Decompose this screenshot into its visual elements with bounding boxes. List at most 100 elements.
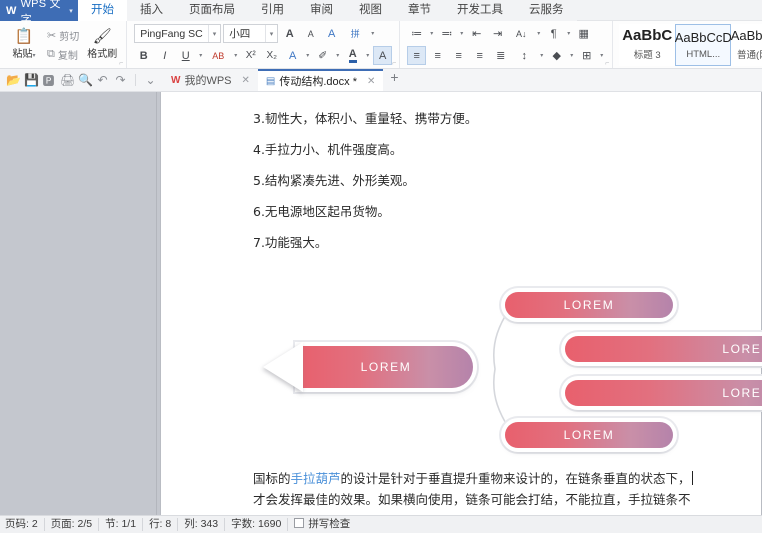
document-tabs: W 我的WPS ✕ ▤ 传动结构.docx * ✕ +	[163, 69, 762, 91]
chevron-down-icon[interactable]: ▾	[197, 52, 204, 59]
close-icon[interactable]: ✕	[367, 76, 375, 87]
body-text-post: 的设计是针对于垂直提升重物来设计的，在链条垂直的状态下，	[340, 471, 691, 486]
underline-button[interactable]: U	[176, 46, 195, 65]
print-preview-icon[interactable]: 🔍	[78, 73, 93, 87]
paragraph-dialog-launcher[interactable]: ⌐	[605, 60, 609, 67]
clipboard-dialog-launcher[interactable]: ⌐	[119, 60, 123, 67]
chevron-down-icon[interactable]: ▾	[535, 30, 542, 37]
chevron-down-icon[interactable]: ▾	[304, 52, 311, 59]
font-family-combo[interactable]: PingFang SC ▾	[134, 24, 222, 43]
shrink-font-button[interactable]: A	[301, 24, 320, 43]
align-center-button[interactable]: ≡	[428, 46, 447, 65]
chevron-down-icon[interactable]: ▾	[364, 52, 371, 59]
chevron-down-icon[interactable]: ▾	[565, 30, 572, 37]
sort-button[interactable]: A↓	[509, 24, 533, 43]
style-heading3[interactable]: AaBbC 标题 3	[619, 23, 676, 66]
show-marks-button[interactable]: ¶	[544, 24, 563, 43]
hyperlink-hand-chain-hoist[interactable]: 手拉葫芦	[291, 471, 341, 486]
strikethrough-button[interactable]: AB	[206, 46, 230, 65]
copy-button[interactable]: ⧉ 复制	[44, 46, 82, 63]
titlebar-filler	[576, 0, 762, 21]
shading-button[interactable]: ◆	[547, 46, 566, 65]
smartart-pill-1[interactable]: LOREM	[505, 292, 673, 318]
format-painter-button[interactable]: 🖌 格式刷	[82, 23, 122, 67]
save-icon[interactable]: 💾	[24, 73, 39, 87]
redo-icon[interactable]: ↷	[114, 73, 127, 87]
chevron-down-icon[interactable]: ▾	[428, 30, 435, 37]
style-html[interactable]: AaBbCcD HTML...	[675, 23, 732, 66]
chevron-down-icon[interactable]: ▾	[598, 52, 605, 59]
character-border-button[interactable]: A	[283, 46, 302, 65]
open-icon[interactable]: 📂	[6, 73, 21, 87]
bold-button[interactable]: B	[134, 46, 153, 65]
tab-section[interactable]: 章节	[395, 0, 444, 21]
character-shading-button[interactable]: A	[373, 46, 393, 65]
doc-tab-my-wps[interactable]: W 我的WPS ✕	[163, 69, 258, 91]
new-tab-button[interactable]: +	[383, 69, 405, 91]
smartart-arrow-node[interactable]: LOREM	[263, 342, 473, 392]
document-page[interactable]: 3.韧性大，体积小、重量轻、携带方便。 4.手拉力小、机件强度高。 5.结构紧凑…	[161, 92, 762, 515]
smartart-pill-2[interactable]: LOREM	[565, 336, 762, 362]
status-spellcheck-toggle[interactable]: 拼写检查	[288, 518, 356, 531]
chevron-down-icon[interactable]: ▾	[232, 52, 239, 59]
clear-formatting-button[interactable]: A	[322, 24, 341, 43]
tab-cloud-services[interactable]: 云服务	[516, 0, 577, 21]
paste-button[interactable]: 📋 粘贴▾	[4, 23, 44, 67]
cut-button[interactable]: ✂ 剪切	[44, 27, 82, 44]
tab-insert[interactable]: 插入	[127, 0, 176, 21]
subscript-button[interactable]: X₂	[262, 46, 281, 65]
borders-button[interactable]: ⊞	[577, 46, 596, 65]
align-right-button[interactable]: ≡	[449, 46, 468, 65]
pinyin-guide-button[interactable]: 拼	[343, 24, 367, 43]
undo-icon[interactable]: ↶	[96, 73, 109, 87]
highlight-button[interactable]: ✐	[313, 46, 332, 65]
status-word-count[interactable]: 字数: 1690	[225, 518, 289, 531]
chevron-down-icon[interactable]: ▾	[69, 7, 73, 15]
bullets-button[interactable]: ≔	[407, 24, 426, 43]
chevron-down-icon[interactable]: ▾	[458, 30, 465, 37]
decrease-indent-button[interactable]: ⇤	[467, 24, 486, 43]
superscript-button[interactable]: X²	[241, 46, 260, 65]
smartart-pill-3[interactable]: LOREM	[565, 380, 762, 406]
smartart-pill-4[interactable]: LOREM	[505, 422, 673, 448]
document-scroll-area[interactable]: 3.韧性大，体积小、重量轻、携带方便。 4.手拉力小、机件强度高。 5.结构紧凑…	[157, 92, 762, 515]
quick-access-and-tabs-bar: 📂 💾 🅿 🖨 🔍 ↶ ↷ ⌄ W 我的WPS ✕ ▤ 传动结构.docx * …	[0, 69, 762, 92]
font-color-button[interactable]: A	[343, 46, 362, 65]
grow-font-button[interactable]: A	[280, 24, 299, 43]
app-logo-badge[interactable]: W WPS 文字 ▾	[0, 0, 78, 26]
style-normal-web[interactable]: AaBbCcD 普通(网站)	[731, 23, 762, 66]
tab-page-layout[interactable]: 页面布局	[176, 0, 248, 21]
align-left-button[interactable]: ≡	[407, 46, 427, 65]
ribbon-toolbar: 📋 粘贴▾ ✂ 剪切 ⧉ 复制 🖌 格式刷 ⌐ PingFang SC ▾ 小四…	[0, 21, 762, 69]
tab-review[interactable]: 审阅	[297, 0, 346, 21]
chevron-down-icon[interactable]: ▾	[538, 52, 545, 59]
numbering-button[interactable]: ≕	[437, 24, 456, 43]
tab-developer[interactable]: 开发工具	[444, 0, 516, 21]
chevron-down-icon[interactable]: ▾	[369, 30, 376, 37]
italic-button[interactable]: I	[155, 46, 174, 65]
pilcrow-icon: ¶	[550, 27, 557, 40]
tab-view[interactable]: 视图	[346, 0, 395, 21]
tab-start[interactable]: 开始	[78, 0, 127, 21]
style-name: 标题 3	[633, 50, 661, 61]
tab-references[interactable]: 引用	[248, 0, 297, 21]
print-icon[interactable]: 🖨	[60, 73, 75, 87]
line-spacing-button[interactable]: ↕	[512, 46, 536, 65]
doc-tab-chuandongjiegou[interactable]: ▤ 传动结构.docx * ✕	[257, 69, 384, 91]
customize-icon[interactable]: ⌄	[144, 73, 157, 87]
justify-button[interactable]: ≡	[470, 46, 489, 65]
grid-button[interactable]: ▦	[574, 24, 593, 43]
navigation-pane[interactable]	[0, 92, 157, 515]
font-dialog-launcher[interactable]: ⌐	[392, 60, 396, 67]
chevron-down-icon[interactable]: ▾	[568, 52, 575, 59]
shrink-font-icon: A	[307, 28, 314, 39]
font-size-combo[interactable]: 小四 ▾	[223, 24, 279, 43]
export-pdf-icon[interactable]: 🅿	[42, 72, 55, 89]
distribute-button[interactable]: ≣	[491, 46, 510, 65]
close-icon[interactable]: ✕	[242, 75, 250, 86]
smartart-diagram[interactable]: LOREM LOREM LOREM LOREM	[253, 274, 762, 464]
increase-indent-button[interactable]: ⇥	[488, 24, 507, 43]
chevron-down-icon[interactable]: ▾	[334, 52, 341, 59]
grid-icon: ▦	[578, 28, 589, 40]
document-icon: ▤	[265, 75, 276, 87]
